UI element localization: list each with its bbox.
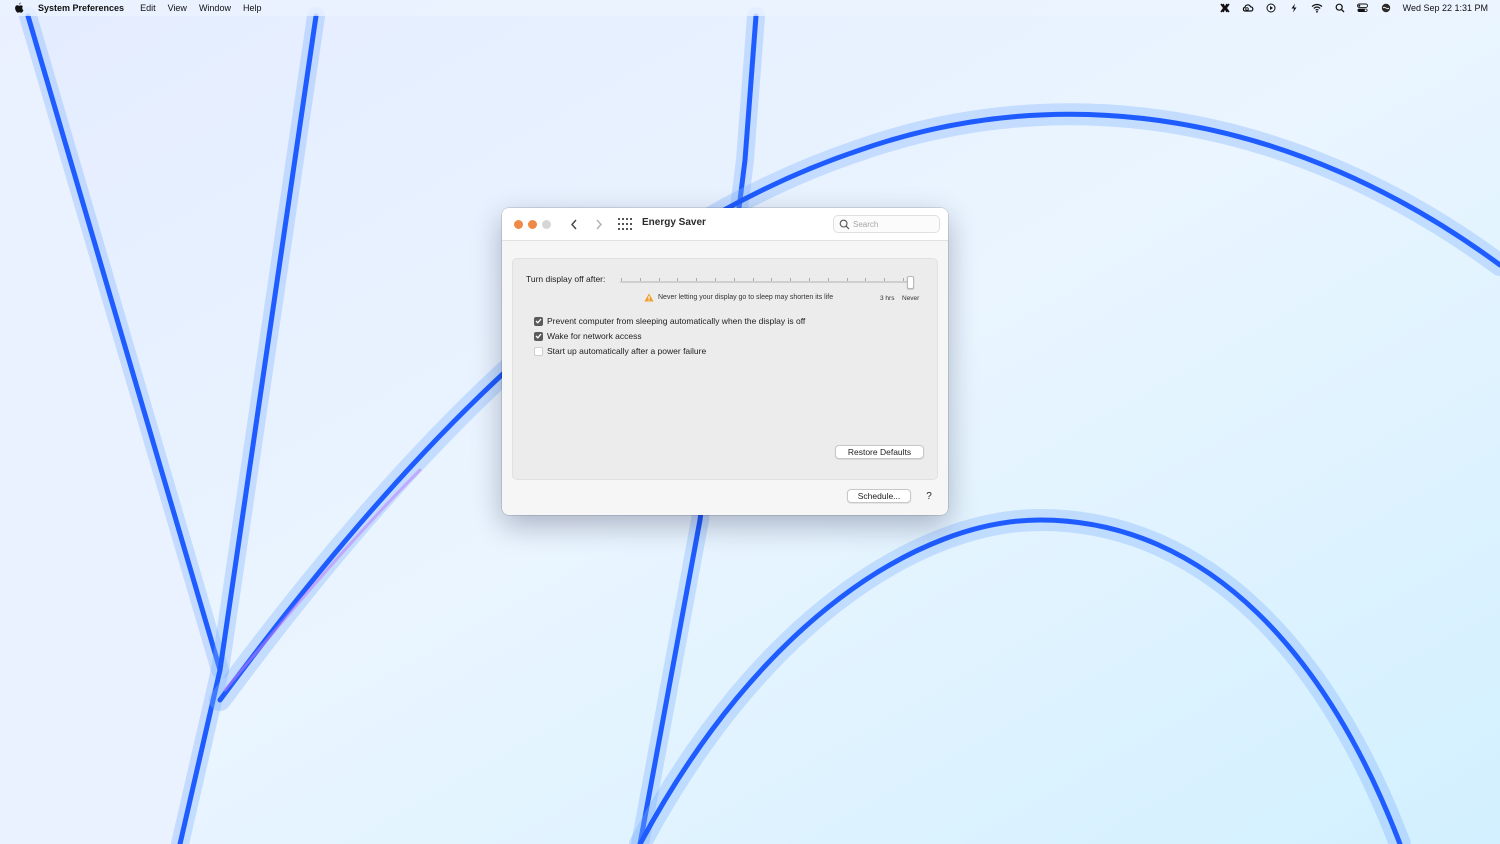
search-input[interactable]: [853, 218, 935, 230]
app-x-icon[interactable]: [1218, 0, 1232, 16]
siri-icon[interactable]: [1379, 0, 1393, 16]
search-field[interactable]: [833, 215, 940, 233]
menu-clock[interactable]: Wed Sep 22 1:31 PM: [1403, 0, 1488, 16]
forward-button[interactable]: [591, 216, 607, 232]
search-icon: [839, 219, 850, 230]
wake-network-checkbox[interactable]: [534, 331, 543, 341]
slider-tick: [677, 278, 678, 281]
slider-track[interactable]: [620, 281, 912, 283]
slider-tick: [847, 278, 848, 281]
sleep-warning: Never letting your display go to sleep m…: [644, 293, 833, 302]
slider-tick: [659, 278, 660, 281]
menu-edit[interactable]: Edit: [134, 0, 162, 16]
menu-view[interactable]: View: [162, 0, 193, 16]
back-button[interactable]: [566, 216, 582, 232]
spotlight-search-icon[interactable]: [1333, 0, 1347, 16]
wake-network-label[interactable]: Wake for network access: [547, 331, 642, 341]
energy-settings-panel: Turn display off after: Never letting yo…: [512, 258, 938, 480]
window-title: Energy Saver: [642, 217, 706, 228]
startup-power-failure-checkbox[interactable]: [534, 346, 543, 356]
wifi-icon[interactable]: [1310, 0, 1324, 16]
control-center-icon[interactable]: [1356, 0, 1370, 16]
slider-tick: [828, 278, 829, 281]
play-circle-icon[interactable]: [1264, 0, 1278, 16]
slider-tick: [884, 278, 885, 281]
menu-window[interactable]: Window: [193, 0, 237, 16]
slider-label-3hrs: 3 hrs: [880, 295, 895, 302]
option-startup-power-failure[interactable]: Start up automatically after a power fai…: [534, 346, 706, 356]
battery-bolt-icon[interactable]: [1287, 0, 1301, 16]
slider-label-never: Never: [902, 295, 920, 302]
creative-cloud-icon[interactable]: [1241, 0, 1255, 16]
window-minimize-button[interactable]: [528, 220, 537, 229]
menu-bar: System Preferences Edit View Window Help: [0, 0, 1500, 16]
prevent-sleep-checkbox[interactable]: [534, 316, 543, 326]
warning-text: Never letting your display go to sleep m…: [658, 294, 834, 301]
menu-app-name[interactable]: System Preferences: [36, 0, 130, 16]
startup-power-failure-label[interactable]: Start up automatically after a power fai…: [547, 346, 706, 356]
schedule-button[interactable]: Schedule...: [847, 489, 911, 503]
chevron-right-icon: [596, 219, 602, 229]
slider-tick: [696, 278, 697, 281]
slider-tick: [734, 278, 735, 281]
slider-tick: [621, 278, 622, 281]
display-sleep-label: Turn display off after:: [526, 274, 606, 284]
window-close-button[interactable]: [514, 220, 523, 229]
display-sleep-slider[interactable]: [620, 275, 914, 289]
slider-tick: [771, 278, 772, 281]
slider-tick: [790, 278, 791, 281]
chevron-left-icon: [571, 219, 577, 229]
slider-tick: [753, 278, 754, 281]
slider-tick: [903, 278, 904, 281]
show-all-grid-icon[interactable]: [618, 218, 632, 230]
restore-defaults-button[interactable]: Restore Defaults: [835, 445, 924, 459]
prevent-sleep-label[interactable]: Prevent computer from sleeping automatic…: [547, 316, 805, 326]
option-prevent-sleep[interactable]: Prevent computer from sleeping automatic…: [534, 316, 805, 326]
help-button[interactable]: ?: [921, 488, 937, 504]
window-toolbar: Energy Saver: [502, 208, 948, 241]
menu-help[interactable]: Help: [237, 0, 268, 16]
slider-tick: [865, 278, 866, 281]
slider-tick: [715, 278, 716, 281]
energy-saver-window: Energy Saver Turn display off after: Nev…: [502, 208, 948, 515]
warning-triangle-icon: [644, 293, 654, 302]
option-wake-network[interactable]: Wake for network access: [534, 331, 642, 341]
slider-tick: [640, 278, 641, 281]
window-zoom-button[interactable]: [542, 220, 551, 229]
slider-thumb[interactable]: [907, 276, 914, 289]
slider-tick: [809, 278, 810, 281]
apple-menu-icon[interactable]: [12, 0, 26, 16]
